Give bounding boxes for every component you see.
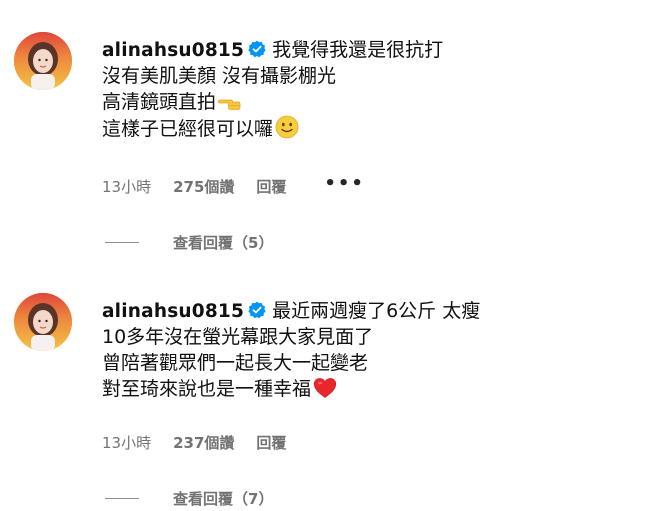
divider-line — [105, 242, 139, 243]
comment-line-1: alinahsu0815 最近兩週瘦了6公斤 太瘦 — [102, 298, 480, 324]
more-options-icon[interactable]: ••• — [324, 175, 365, 193]
timestamp: 13小時 — [102, 434, 152, 452]
comment-line-4: 這樣子已經很可以囉 — [102, 115, 443, 141]
divider-line — [105, 498, 139, 499]
username[interactable]: alinahsu0815 — [102, 40, 244, 61]
view-replies-button[interactable]: 查看回覆（5） — [105, 232, 273, 253]
timestamp: 13小時 — [102, 178, 152, 196]
comment-body: alinahsu0815 我覺得我還是很抗打 沒有美肌美顏 沒有攝影棚光 高清鏡頭… — [102, 37, 443, 141]
comment-meta: 13小時 237個讚 回覆 — [102, 432, 286, 453]
username[interactable]: alinahsu0815 — [102, 301, 244, 322]
avatar[interactable] — [14, 32, 72, 90]
comment-text: 對至琦來說也是一種幸福 — [102, 378, 312, 400]
comment-text: 最近兩週瘦了6公斤 太瘦 — [272, 300, 481, 322]
verified-badge-icon — [248, 39, 266, 58]
comment-line-3: 高清鏡頭直拍 — [102, 89, 443, 115]
comment-text: 高清鏡頭直拍 — [102, 91, 217, 113]
view-replies-button[interactable]: 查看回覆（7） — [105, 488, 273, 509]
comment-line-3: 曾陪著觀眾們一起長大一起變老 — [102, 352, 369, 374]
reply-button[interactable]: 回覆 — [256, 176, 286, 197]
comment-line-4: 對至琦來說也是一種幸福 — [102, 376, 480, 402]
comment-meta: 13小時 275個讚 回覆 ••• — [102, 175, 365, 197]
reply-button[interactable]: 回覆 — [256, 432, 286, 453]
like-count[interactable]: 275個讚 — [173, 176, 234, 197]
view-replies-label: 查看回覆（5） — [173, 234, 274, 252]
slightly-smiling-face-icon — [275, 115, 299, 146]
avatar-photo-icon — [14, 32, 72, 90]
view-replies-label: 查看回覆（7） — [173, 490, 274, 508]
comment-body: alinahsu0815 最近兩週瘦了6公斤 太瘦 10多年沒在螢光幕跟大家見面了… — [102, 298, 480, 402]
like-count[interactable]: 237個讚 — [173, 432, 234, 453]
comment-line-1: alinahsu0815 我覺得我還是很抗打 — [102, 37, 443, 63]
avatar[interactable] — [14, 293, 72, 351]
comment-text: 這樣子已經很可以囉 — [102, 118, 274, 140]
avatar-photo-icon — [14, 293, 72, 351]
verified-badge-icon — [248, 300, 266, 319]
comment-text: 我覺得我還是很抗打 — [272, 39, 444, 61]
red-heart-icon — [313, 377, 337, 406]
comment-line-2: 沒有美肌美顏 沒有攝影棚光 — [102, 65, 337, 87]
comment-line-2: 10多年沒在螢光幕跟大家見面了 — [102, 326, 374, 348]
